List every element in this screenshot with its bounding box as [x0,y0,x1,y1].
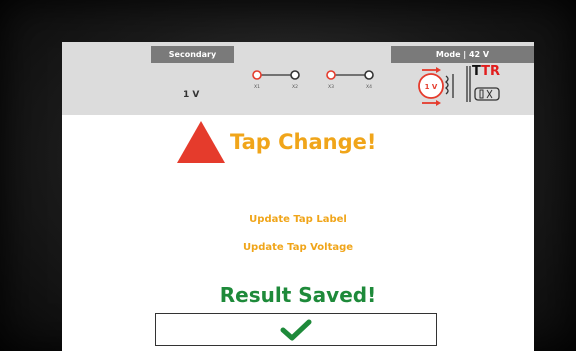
confirm-button[interactable] [155,313,437,346]
tap-change-title: Tap Change! [230,130,377,154]
checkmark-icon [280,319,312,340]
ttr-logo-tr: TR [481,64,501,79]
update-tap-voltage-link[interactable]: Update Tap Voltage [62,242,534,253]
header-bar: Secondary Mode | 42 V 1 V X1 X2 X3 X4 1 … [62,42,534,115]
terminal-pair-x1-x2-icon: X1 X2 [252,70,300,90]
result-saved-status: Result Saved! [219,283,377,307]
secondary-tab[interactable]: Secondary [151,46,234,63]
terminal-label-x1: X1 [254,84,260,90]
device-screen: Secondary Mode | 42 V 1 V X1 X2 X3 X4 1 … [62,42,534,351]
ttr-logo-t: T [472,64,482,79]
ttr-logo-text: TTR [472,64,500,79]
terminal-label-x4: X4 [366,84,372,90]
mode-tab[interactable]: Mode | 42 V [391,46,534,63]
terminal-label-x2: X2 [292,84,298,90]
hv-source-icon: 1 V [418,67,454,106]
terminal-pair-x3-x4-icon: X3 X4 [326,70,374,90]
hv-icon-text: 1 V [425,83,438,91]
update-tap-label-link[interactable]: Update Tap Label [62,214,534,225]
warning-triangle-icon [177,121,225,163]
terminal-label-x3: X3 [328,84,334,90]
voltage-readout: 1 V [183,90,200,100]
